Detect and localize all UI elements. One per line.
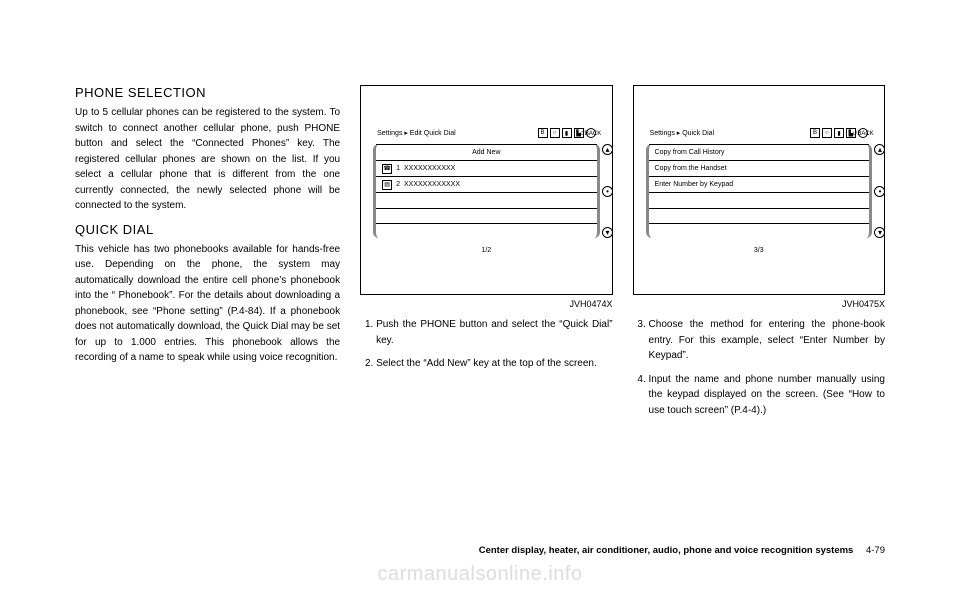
item-number: 1 [396,165,400,172]
menu-label: Enter Number by Keypad [655,181,734,188]
menu-label: Copy from Call History [655,149,725,156]
scroll-arrows: ▴ • ▾ [874,144,886,238]
menu-item-empty [376,192,596,208]
scroll-dot-icon: • [874,186,885,197]
para-quick-dial: This vehicle has two phonebooks availabl… [75,242,340,366]
pager-text: 1/2 [373,247,599,254]
status-icons: B ○ ▮ ▙ ↺BACK [810,128,868,138]
menu-item-empty [649,192,869,208]
circle-icon: ○ [822,128,832,138]
steps-list-1: Push the PHONE button and select the “Qu… [360,317,612,372]
figure-quick-dial-methods: Settings ▸ Quick Dial B ○ ▮ ▙ ↺BACK Copy… [633,85,885,295]
menu-item-empty [649,208,869,224]
signal-icon: ▮ [834,128,844,138]
manual-page: PHONE SELECTION Up to 5 cellular phones … [0,0,960,426]
breadcrumb-bar: Settings ▸ Edit Quick Dial B ○ ▮ ▙ ↺BACK [373,124,599,142]
scroll-up-icon[interactable]: ▴ [602,144,613,155]
signal-icon: ▮ [562,128,572,138]
scroll-down-icon[interactable]: ▾ [874,227,885,238]
page-number: 4-79 [866,545,885,556]
breadcrumb-bar: Settings ▸ Quick Dial B ○ ▮ ▙ ↺BACK [646,124,872,142]
menu-item-2[interactable]: ▤ 2 XXXXXXXXXXXX [376,176,596,192]
para-phone-selection: Up to 5 cellular phones can be registere… [75,105,340,214]
back-button[interactable]: ↺BACK [858,128,868,138]
circle-icon: ○ [550,128,560,138]
menu-list: Add New ☎ 1 XXXXXXXXXXX ▤ 2 XXXXXXXXXXXX [373,144,599,238]
bluetooth-icon: B [810,128,820,138]
menu-label: XXXXXXXXXXX [404,165,455,172]
figure-edit-quick-dial: Settings ▸ Edit Quick Dial B ○ ▮ ▙ ↺BACK… [360,85,612,295]
menu-item-1[interactable]: ☎ 1 XXXXXXXXXXX [376,160,596,176]
step-1: Push the PHONE button and select the “Qu… [376,317,612,348]
menu-item-add-new[interactable]: Add New [376,144,596,160]
breadcrumb-text: Settings ▸ Quick Dial [650,129,715,137]
item-number: 2 [396,181,400,188]
pager-text: 3/3 [646,247,872,254]
column-right: Settings ▸ Quick Dial B ○ ▮ ▙ ↺BACK Copy… [633,85,885,426]
menu-label: Copy from the Handset [655,165,727,172]
sim-icon: ▤ [382,180,392,190]
menu-label: Add New [472,149,500,156]
menu-label: XXXXXXXXXXXX [404,181,460,188]
menu-list: Copy from Call History Copy from the Han… [646,144,872,238]
figure-code: JVH0474X [360,299,612,309]
column-middle: Settings ▸ Edit Quick Dial B ○ ▮ ▙ ↺BACK… [360,85,612,426]
bluetooth-icon: B [538,128,548,138]
scroll-up-icon[interactable]: ▴ [874,144,885,155]
menu-item-copy-history[interactable]: Copy from Call History [649,144,869,160]
scroll-arrows: ▴ • ▾ [602,144,614,238]
breadcrumb-text: Settings ▸ Edit Quick Dial [377,129,456,137]
step-4: Input the name and phone number manually… [649,372,885,419]
step-3: Choose the method for entering the phone… [649,317,885,364]
scroll-dot-icon: • [602,186,613,197]
watermark-text: carmanualsonline.info [0,563,960,586]
status-icons: B ○ ▮ ▙ ↺BACK [538,128,596,138]
page-footer: Center display, heater, air conditioner,… [75,545,885,556]
scroll-down-icon[interactable]: ▾ [602,227,613,238]
footer-section: Center display, heater, air conditioner,… [479,545,854,556]
heading-quick-dial: QUICK DIAL [75,222,340,237]
menu-item-empty [376,208,596,224]
column-left: PHONE SELECTION Up to 5 cellular phones … [75,85,340,426]
step-2: Select the “Add New” key at the top of t… [376,356,612,372]
heading-phone-selection: PHONE SELECTION [75,85,340,100]
figure-code: JVH0475X [633,299,885,309]
menu-item-enter-keypad[interactable]: Enter Number by Keypad [649,176,869,192]
steps-list-2: Choose the method for entering the phone… [633,317,885,418]
menu-item-copy-handset[interactable]: Copy from the Handset [649,160,869,176]
back-button[interactable]: ↺BACK [586,128,596,138]
phone-icon: ☎ [382,164,392,174]
